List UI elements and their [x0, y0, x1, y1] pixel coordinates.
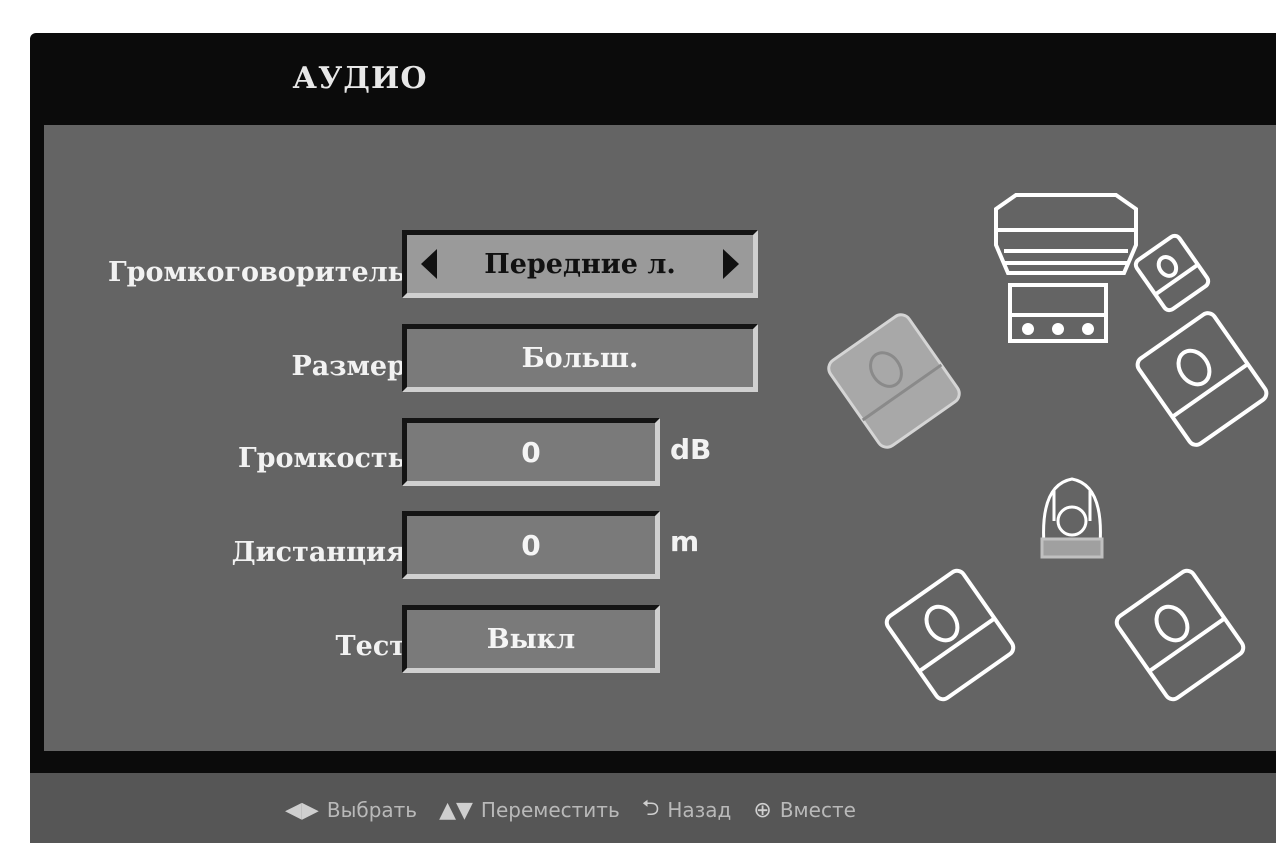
hint-back: ⮌ Назад — [642, 791, 732, 829]
hint-setup: ⊕ Вместе — [753, 791, 856, 829]
return-icon: ⮌ — [641, 796, 660, 821]
listener-icon — [1040, 477, 1104, 559]
small-right-speaker-icon[interactable] — [1133, 233, 1211, 313]
menu-title: АУДИО — [292, 60, 428, 96]
setup-icon: ⊕ — [753, 797, 772, 823]
hint-select-text: Выбрать — [326, 798, 418, 822]
speaker-layout-diagram — [825, 193, 1269, 703]
center-speaker-icon[interactable] — [994, 193, 1138, 275]
hint-back-text: Назад — [667, 798, 732, 822]
audio-settings-window: АУДИО Громкоговоритель Передние л. Разме… — [30, 33, 1276, 843]
subwoofer-icon[interactable] — [1008, 283, 1108, 343]
up-down-icon: ▲▼ — [439, 797, 473, 823]
front-right-speaker-icon[interactable] — [1134, 310, 1269, 448]
hint-move-text: Переместить — [480, 798, 620, 822]
hint-setup-text: Вместе — [779, 798, 856, 822]
left-right-icon: ◀▶ — [285, 797, 319, 823]
footer-hints: ◀▶ Выбрать ▲▼ Переместить ⮌ Назад ⊕ Вмес… — [285, 791, 856, 829]
rear-right-speaker-icon[interactable] — [1114, 568, 1247, 703]
footer-bar: ◀▶ Выбрать ▲▼ Переместить ⮌ Назад ⊕ Вмес… — [30, 773, 1276, 843]
hint-move: ▲▼ Переместить — [439, 791, 620, 829]
hint-select: ◀▶ Выбрать — [285, 791, 417, 829]
rear-left-speaker-icon[interactable] — [884, 568, 1017, 703]
front-left-speaker-icon[interactable] — [825, 311, 963, 451]
settings-panel: Громкоговоритель Передние л. Размер Боль… — [44, 125, 1276, 751]
